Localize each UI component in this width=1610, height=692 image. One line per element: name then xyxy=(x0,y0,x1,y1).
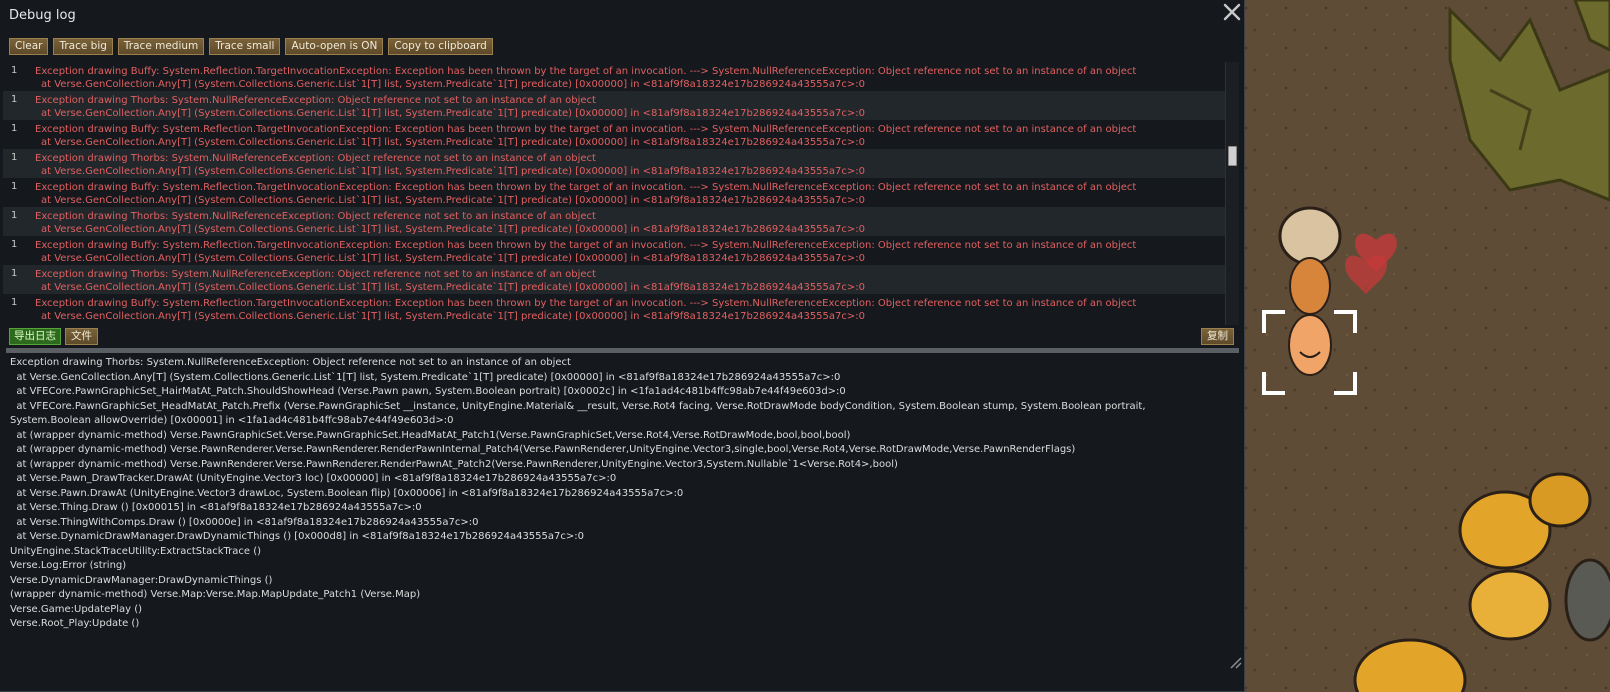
log-entry-message: Exception drawing Buffy: System.Reflecti… xyxy=(35,66,1137,77)
log-entry-message: Exception drawing Thorbs: System.NullRef… xyxy=(35,95,596,106)
detail-line: System.Boolean allowOverride) [0x00001] … xyxy=(10,415,454,426)
trace-big-button[interactable]: Trace big xyxy=(53,38,113,55)
log-action-bar: 导出日志 文件 xyxy=(9,328,98,345)
log-entry-text: Exception drawing Buffy: System.Reflecti… xyxy=(35,236,1225,265)
detail-line: at Verse.ThingWithComps.Draw () [0x0000e… xyxy=(10,516,479,528)
detail-line: at VFECore.PawnGraphicSet_HeadMatAt_Patc… xyxy=(10,400,1146,412)
log-entry-count: 1 xyxy=(11,268,18,279)
detail-line: at Verse.GenCollection.Any[T] (System.Co… xyxy=(10,371,841,383)
log-entry-text: Exception drawing Thorbs: System.NullRef… xyxy=(35,265,1225,294)
log-entry-count: 1 xyxy=(11,297,18,308)
log-entry-message: Exception drawing Thorbs: System.NullRef… xyxy=(35,211,596,222)
log-entry[interactable]: 1 Exception drawing Buffy: System.Reflec… xyxy=(3,120,1225,149)
log-entry-message: Exception drawing Thorbs: System.NullRef… xyxy=(35,153,596,164)
log-entry-text: Exception drawing Thorbs: System.NullRef… xyxy=(35,207,1225,236)
copy-to-clipboard-button[interactable]: Copy to clipboard xyxy=(388,38,493,55)
detail-line: at (wrapper dynamic-method) Verse.PawnRe… xyxy=(10,458,898,470)
log-entry[interactable]: 1 Exception drawing Thorbs: System.NullR… xyxy=(3,149,1225,178)
detail-line: at (wrapper dynamic-method) Verse.PawnRe… xyxy=(10,444,1076,455)
log-scrollbar-thumb[interactable] xyxy=(1228,146,1237,166)
detail-line: Exception drawing Thorbs: System.NullRef… xyxy=(10,357,571,368)
log-entry-trace: at Verse.GenCollection.Any[T] (System.Co… xyxy=(41,108,866,119)
copy-button[interactable]: 复制 xyxy=(1201,328,1234,345)
pane-splitter[interactable] xyxy=(6,348,1239,353)
log-entry-trace: at Verse.GenCollection.Any[T] (System.Co… xyxy=(41,166,866,177)
detail-line: at VFECore.PawnGraphicSet_HairMatAt_Patc… xyxy=(10,386,846,397)
log-entry[interactable]: 1 Exception drawing Buffy: System.Reflec… xyxy=(3,62,1225,91)
log-entry-count: 1 xyxy=(11,152,18,163)
log-detail-pane: Exception drawing Thorbs: System.NullRef… xyxy=(10,356,1235,676)
file-button[interactable]: 文件 xyxy=(65,328,98,345)
detail-line: UnityEngine.StackTraceUtility:ExtractSta… xyxy=(10,545,262,557)
log-entry-message: Exception drawing Buffy: System.Reflecti… xyxy=(35,298,1137,309)
log-entry-text: Exception drawing Thorbs: System.NullRef… xyxy=(35,149,1225,178)
log-entry-count: 1 xyxy=(11,210,18,221)
log-entry-message: Exception drawing Thorbs: System.NullRef… xyxy=(35,269,596,280)
auto-open-toggle-button[interactable]: Auto-open is ON xyxy=(285,38,384,55)
detail-line: Verse.Root_Play:Update () xyxy=(10,618,140,629)
trace-small-button[interactable]: Trace small xyxy=(209,38,281,55)
debug-log-window: Debug log Clear Trace big Trace medium T… xyxy=(0,0,1245,692)
log-entry-count: 1 xyxy=(11,181,18,192)
detail-line: (wrapper dynamic-method) Verse.Map:Verse… xyxy=(10,589,421,600)
log-entry-trace: at Verse.GenCollection.Any[T] (System.Co… xyxy=(41,253,866,264)
log-entry-trace: at Verse.GenCollection.Any[T] (System.Co… xyxy=(41,282,866,293)
window-title: Debug log xyxy=(9,8,76,23)
log-entry-text: Exception drawing Buffy: System.Reflecti… xyxy=(35,178,1225,207)
detail-line: at Verse.Pawn_DrawTracker.DrawAt (UnityE… xyxy=(10,473,617,484)
log-entry-trace: at Verse.GenCollection.Any[T] (System.Co… xyxy=(41,311,866,322)
detail-line: Verse.Log:Error (string) xyxy=(10,560,127,571)
log-entry-count: 1 xyxy=(11,65,18,76)
log-entry-message: Exception drawing Buffy: System.Reflecti… xyxy=(35,182,1137,193)
log-entry-text: Exception drawing Buffy: System.Reflecti… xyxy=(35,294,1225,323)
detail-line: Verse.Game:UpdatePlay () xyxy=(10,603,143,615)
log-scrollbar[interactable] xyxy=(1225,62,1239,325)
log-entry-count: 1 xyxy=(11,123,18,134)
log-action-bar-right: 复制 xyxy=(1201,328,1234,345)
detail-line: at Verse.Pawn.DrawAt (UnityEngine.Vector… xyxy=(10,487,684,499)
log-entry-text: Exception drawing Buffy: System.Reflecti… xyxy=(35,120,1225,149)
log-entry-message: Exception drawing Buffy: System.Reflecti… xyxy=(35,124,1137,135)
log-entry[interactable]: 1 Exception drawing Buffy: System.Reflec… xyxy=(3,294,1225,323)
log-entry-trace: at Verse.GenCollection.Any[T] (System.Co… xyxy=(41,224,866,235)
detail-line: at (wrapper dynamic-method) Verse.PawnGr… xyxy=(10,429,851,441)
detail-line: at Verse.DynamicDrawManager.DrawDynamicT… xyxy=(10,531,584,542)
export-log-button[interactable]: 导出日志 xyxy=(9,328,61,345)
log-entry[interactable]: 1 Exception drawing Buffy: System.Reflec… xyxy=(3,178,1225,207)
log-entry-trace: at Verse.GenCollection.Any[T] (System.Co… xyxy=(41,79,866,90)
log-entry-text: Exception drawing Thorbs: System.NullRef… xyxy=(35,91,1225,120)
log-entry-text: Exception drawing Buffy: System.Reflecti… xyxy=(35,62,1225,91)
log-entry[interactable]: 1 Exception drawing Thorbs: System.NullR… xyxy=(3,265,1225,294)
log-entry-trace: at Verse.GenCollection.Any[T] (System.Co… xyxy=(41,195,866,206)
log-entry[interactable]: 1 Exception drawing Thorbs: System.NullR… xyxy=(3,91,1225,120)
log-entry-count: 1 xyxy=(11,239,18,250)
trace-medium-button[interactable]: Trace medium xyxy=(117,38,205,55)
resize-grip-icon[interactable] xyxy=(1226,653,1242,669)
log-toolbar: Clear Trace big Trace medium Trace small… xyxy=(9,38,493,55)
detail-line: at Verse.Thing.Draw () [0x00015] in <81a… xyxy=(10,502,422,513)
log-message-list: 1 Exception drawing Buffy: System.Reflec… xyxy=(3,62,1225,325)
log-entry[interactable]: 1 Exception drawing Buffy: System.Reflec… xyxy=(3,236,1225,265)
log-entry-message: Exception drawing Buffy: System.Reflecti… xyxy=(35,240,1137,251)
clear-button[interactable]: Clear xyxy=(9,38,49,55)
close-icon[interactable] xyxy=(1222,2,1242,22)
log-entry-count: 1 xyxy=(11,94,18,105)
log-entry[interactable]: 1 Exception drawing Thorbs: System.NullR… xyxy=(3,207,1225,236)
log-entry-trace: at Verse.GenCollection.Any[T] (System.Co… xyxy=(41,137,866,148)
detail-line: Verse.DynamicDrawManager:DrawDynamicThin… xyxy=(10,574,273,586)
